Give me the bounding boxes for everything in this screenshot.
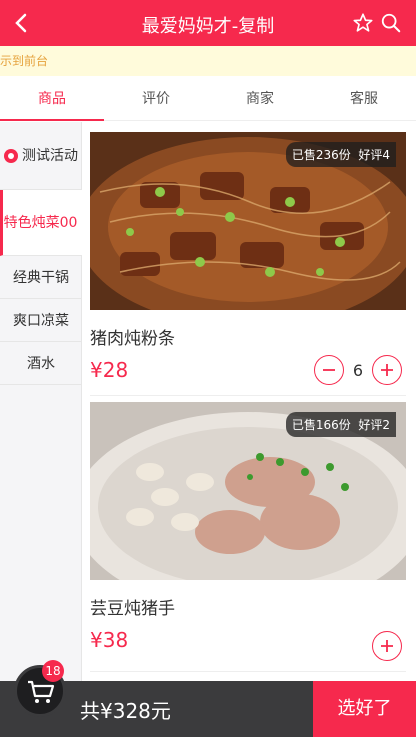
search-icon[interactable] bbox=[380, 12, 402, 34]
cart-count-badge: 18 bbox=[42, 660, 64, 682]
category-label: 酒水 bbox=[27, 356, 55, 372]
tab-reviews[interactable]: 评价 bbox=[104, 78, 208, 120]
goods-list: 已售236份 好评4 猪肉炖粉条 ¥28 6 已售166份 好评2 芸豆炖猪手 … bbox=[90, 132, 406, 672]
plus-icon bbox=[381, 364, 393, 376]
plus-icon bbox=[381, 640, 393, 652]
rating-text: 好评2 bbox=[358, 418, 390, 432]
goods-name: 猪肉炖粉条 bbox=[90, 329, 175, 349]
category-label: 爽口凉菜 bbox=[13, 313, 69, 329]
category-item-test-activity[interactable]: 测试活动 bbox=[0, 122, 82, 190]
quantity-value: 6 bbox=[352, 360, 364, 380]
activity-icon bbox=[4, 148, 18, 163]
minus-button[interactable] bbox=[314, 355, 344, 385]
checkout-button[interactable]: 选好了 bbox=[313, 681, 416, 737]
tab-service[interactable]: 客服 bbox=[312, 78, 416, 120]
cart-total: 共¥328元 bbox=[80, 699, 171, 723]
goods-image[interactable]: 已售166份 好评2 bbox=[90, 402, 406, 580]
category-label: 经典干锅 bbox=[13, 270, 69, 286]
category-item-stew[interactable]: 特色炖菜00 bbox=[0, 190, 82, 256]
quantity-stepper: 6 bbox=[314, 355, 402, 385]
notice-banner: 示到前台 bbox=[0, 46, 416, 76]
category-label: 测试活动 bbox=[22, 147, 78, 164]
category-item-drinks[interactable]: 酒水 bbox=[0, 342, 82, 385]
star-icon[interactable] bbox=[352, 12, 374, 34]
plus-button[interactable] bbox=[372, 631, 402, 661]
goods-price: ¥38 bbox=[90, 628, 129, 652]
quantity-stepper bbox=[372, 631, 402, 661]
goods-item: 已售236份 好评4 猪肉炖粉条 ¥28 6 bbox=[90, 132, 406, 396]
sales-badge: 已售236份 好评4 bbox=[285, 142, 396, 167]
rating-text: 好评4 bbox=[358, 148, 390, 162]
plus-button[interactable] bbox=[372, 355, 402, 385]
category-label: 特色炖菜00 bbox=[3, 214, 78, 231]
category-item-dry-pot[interactable]: 经典干锅 bbox=[0, 256, 82, 299]
sales-badge: 已售166份 好评2 bbox=[285, 412, 396, 437]
sold-count: 已售166份 bbox=[291, 418, 351, 432]
minus-icon bbox=[323, 369, 335, 371]
category-sidebar: 测试活动 特色炖菜00 经典干锅 爽口凉菜 酒水 bbox=[0, 122, 82, 737]
tab-bar: 商品 评价 商家 客服 bbox=[0, 78, 416, 121]
tab-merchant[interactable]: 商家 bbox=[208, 78, 312, 120]
goods-item: 已售166份 好评2 芸豆炖猪手 ¥38 bbox=[90, 402, 406, 672]
tab-goods[interactable]: 商品 bbox=[0, 78, 104, 121]
goods-image[interactable]: 已售236份 好评4 bbox=[90, 132, 406, 310]
header-bar: 最爱妈妈才-复制 bbox=[0, 0, 416, 46]
goods-name: 芸豆炖猪手 bbox=[90, 599, 175, 619]
sold-count: 已售236份 bbox=[291, 148, 351, 162]
shopping-cart-icon bbox=[28, 680, 55, 703]
category-item-cold-dish[interactable]: 爽口凉菜 bbox=[0, 299, 82, 342]
